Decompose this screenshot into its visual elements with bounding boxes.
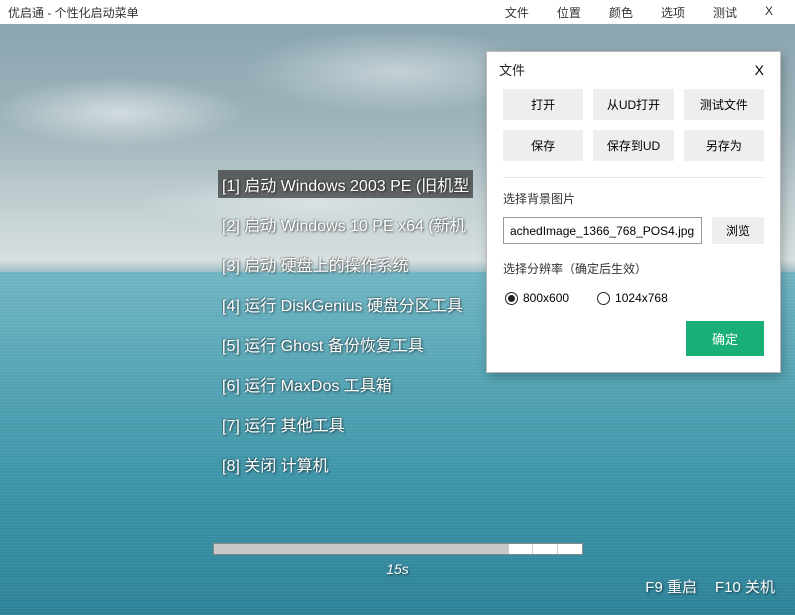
save-button[interactable]: 保存: [503, 130, 583, 161]
background-file-row: 浏览: [487, 217, 780, 258]
menu-options[interactable]: 选项: [647, 4, 699, 21]
resolution-label: 选择分辨率（确定后生效）: [487, 258, 780, 287]
countdown-timer: 15s: [213, 561, 583, 577]
boot-item-6[interactable]: [6] 运行 MaxDos 工具箱: [218, 370, 473, 398]
app-title: 优启通 - 个性化启动菜单: [8, 4, 491, 21]
confirm-row: 确定: [487, 321, 780, 372]
menu-bar: 文件 位置 颜色 选项 测试 X: [491, 4, 787, 21]
progress-segment: [558, 544, 582, 554]
save-to-ud-button[interactable]: 保存到UD: [593, 130, 673, 161]
divider: [503, 177, 764, 178]
open-button[interactable]: 打开: [503, 89, 583, 120]
progress-segment: [336, 544, 361, 554]
radio-label: 1024x768: [615, 291, 668, 305]
progress-segment: [238, 544, 263, 554]
radio-icon: [597, 292, 610, 305]
boot-item-2[interactable]: [2] 启动 Windows 10 PE x64 (新机: [218, 210, 473, 238]
progress-segment: [509, 544, 534, 554]
progress-segment: [386, 544, 411, 554]
resolution-options: 800x600 1024x768: [487, 287, 780, 321]
close-button[interactable]: X: [751, 4, 787, 21]
test-file-button[interactable]: 测试文件: [684, 89, 764, 120]
progress-segment: [263, 544, 288, 554]
progress-bar: [213, 543, 583, 555]
boot-item-3[interactable]: [3] 启动 硬盘上的操作系统: [218, 250, 473, 278]
boot-item-1[interactable]: [1] 启动 Windows 2003 PE (旧机型: [218, 170, 473, 198]
radio-label: 800x600: [523, 291, 569, 305]
menu-file[interactable]: 文件: [491, 4, 543, 21]
progress-segment: [484, 544, 509, 554]
progress-segment: [214, 544, 239, 554]
panel-close-button[interactable]: X: [751, 62, 768, 78]
menu-color[interactable]: 颜色: [595, 4, 647, 21]
open-from-ud-button[interactable]: 从UD打开: [593, 89, 673, 120]
progress-segment: [533, 544, 558, 554]
file-panel: 文件 X 打开 从UD打开 测试文件 保存 保存到UD 另存为 选择背景图片 浏…: [486, 51, 781, 373]
progress-segment: [361, 544, 386, 554]
progress-segment: [287, 544, 312, 554]
panel-header: 文件 X: [487, 52, 780, 85]
progress-segment: [435, 544, 460, 554]
boot-menu-list: [1] 启动 Windows 2003 PE (旧机型 [2] 启动 Windo…: [218, 170, 473, 478]
panel-title: 文件: [499, 60, 751, 79]
background-path-input[interactable]: [503, 217, 702, 244]
hotkey-hints: F9 重启 F10 关机: [645, 576, 775, 597]
boot-item-4[interactable]: [4] 运行 DiskGenius 硬盘分区工具: [218, 290, 473, 318]
radio-icon: [505, 292, 518, 305]
progress-segment: [312, 544, 337, 554]
progress-segment: [459, 544, 484, 554]
preview-area: [1] 启动 Windows 2003 PE (旧机型 [2] 启动 Windo…: [0, 24, 795, 615]
save-as-button[interactable]: 另存为: [684, 130, 764, 161]
menu-test[interactable]: 测试: [699, 4, 751, 21]
boot-item-5[interactable]: [5] 运行 Ghost 备份恢复工具: [218, 330, 473, 358]
resolution-1024x768[interactable]: 1024x768: [597, 291, 668, 305]
background-label: 选择背景图片: [487, 188, 780, 217]
panel-button-grid: 打开 从UD打开 测试文件 保存 保存到UD 另存为: [487, 85, 780, 173]
resolution-800x600[interactable]: 800x600: [505, 291, 569, 305]
boot-item-8[interactable]: [8] 关闭 计算机: [218, 450, 473, 478]
menu-position[interactable]: 位置: [543, 4, 595, 21]
hotkey-reboot: F9 重启: [645, 576, 697, 597]
title-bar: 优启通 - 个性化启动菜单 文件 位置 颜色 选项 测试 X: [0, 0, 795, 24]
boot-item-7[interactable]: [7] 运行 其他工具: [218, 410, 473, 438]
countdown-progress: 15s: [213, 543, 583, 577]
confirm-button[interactable]: 确定: [686, 321, 764, 356]
hotkey-shutdown: F10 关机: [715, 576, 775, 597]
browse-button[interactable]: 浏览: [712, 217, 764, 244]
progress-segment: [410, 544, 435, 554]
